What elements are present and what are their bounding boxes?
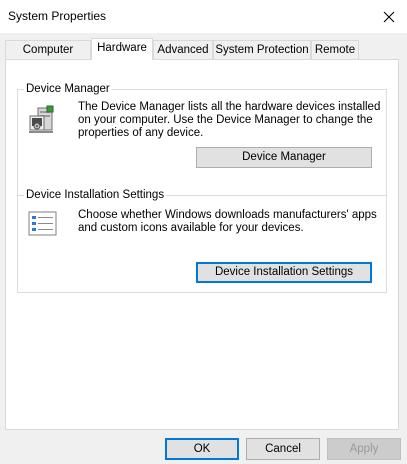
device-installation-heading: Device Installation Settings	[24, 188, 167, 202]
device-installation-description: Choose whether Windows downloads manufac…	[78, 209, 383, 235]
device-manager-description: The Device Manager lists all the hardwar…	[78, 101, 383, 140]
window-title: System Properties	[8, 9, 107, 23]
tab-label: Remote	[314, 44, 356, 56]
tab-advanced[interactable]: Advanced	[153, 40, 213, 59]
device-installation-settings-button[interactable]: Device Installation Settings	[196, 262, 372, 283]
tab-label: Hardware	[97, 42, 147, 54]
settings-list-icon	[28, 211, 58, 237]
close-button[interactable]	[371, 0, 407, 33]
tab-computer-name[interactable]: Computer Name	[5, 40, 91, 74]
description-line: The Device Manager lists all the hardwar…	[78, 101, 381, 113]
tab-label: System Protection	[215, 44, 309, 56]
device-manager-button[interactable]: Device Manager	[196, 147, 372, 168]
tab-system-protection[interactable]: System Protection	[213, 40, 311, 59]
device-manager-heading: Device Manager	[24, 82, 112, 96]
ok-button[interactable]: OK	[165, 438, 239, 460]
title-bar[interactable]: System Properties	[0, 0, 407, 33]
device-manager-group: Device Manager The Device Manager lists …	[17, 82, 387, 196]
description-line: properties of any device.	[78, 127, 204, 139]
tab-remote[interactable]: Remote	[311, 40, 359, 59]
system-properties-window: System Properties Computer Name Hardware…	[0, 0, 407, 464]
description-line: and custom icons available for your devi…	[78, 222, 304, 234]
device-installation-group: Device Installation Settings Choose whet…	[17, 188, 387, 293]
cancel-button[interactable]: Cancel	[246, 438, 320, 460]
description-line: Choose whether Windows downloads manufac…	[78, 209, 377, 221]
close-icon	[383, 11, 395, 22]
hardware-tab-panel: Device Manager The Device Manager lists …	[5, 59, 399, 430]
device-manager-icon	[26, 104, 58, 136]
tab-label: Advanced	[157, 44, 209, 56]
tab-hardware[interactable]: Hardware	[91, 38, 153, 60]
description-line: on your computer. Use the Device Manager…	[78, 114, 373, 126]
apply-button[interactable]: Apply	[327, 438, 401, 460]
